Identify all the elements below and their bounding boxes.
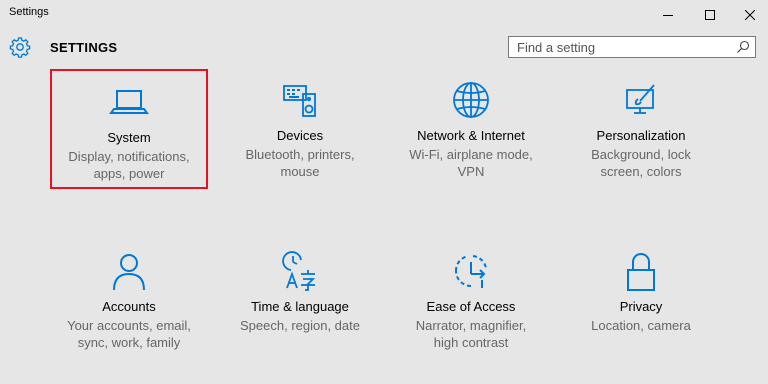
ease-of-access-icon [454, 255, 487, 288]
tile-description: Location, camera [591, 318, 691, 333]
tile-description: Narrator, magnifier, high contrast [415, 318, 527, 350]
tile-label: Accounts [102, 299, 156, 314]
tile-time-language[interactable]: Time & language Speech, region, date [221, 240, 379, 360]
gear-icon [9, 37, 31, 58]
maximize-button[interactable] [690, 0, 730, 30]
minimize-button[interactable] [648, 0, 688, 30]
page-title: SETTINGS [50, 40, 118, 55]
close-icon [745, 10, 755, 20]
tile-label: Privacy [619, 299, 663, 314]
time-language-icon [282, 251, 316, 291]
maximize-icon [705, 10, 715, 20]
tile-description: Speech, region, date [240, 318, 360, 333]
tile-label: Devices [276, 128, 324, 143]
minimize-icon [663, 15, 673, 16]
window-title: Settings [9, 6, 49, 18]
close-button[interactable] [730, 0, 768, 30]
tile-label: Ease of Access [426, 299, 516, 314]
tile-description: Bluetooth, printers, mouse [245, 147, 355, 179]
tile-description: Your accounts, email, sync, work, family [67, 318, 191, 350]
globe-icon [453, 82, 489, 118]
tile-network[interactable]: Network & Internet Wi-Fi, airplane mode,… [392, 69, 550, 189]
tile-system[interactable]: System Display, notifications, apps, pow… [50, 69, 208, 189]
search-icon[interactable] [736, 40, 750, 54]
tile-label: System [107, 130, 151, 145]
tile-label: Network & Internet [417, 128, 525, 143]
tile-description: Display, notifications, apps, power [68, 149, 190, 181]
person-icon [113, 254, 145, 291]
tile-devices[interactable]: Devices Bluetooth, printers, mouse [221, 69, 379, 189]
lock-icon [627, 253, 655, 291]
laptop-icon [109, 90, 149, 114]
search-input[interactable] [509, 37, 727, 57]
tile-ease-of-access[interactable]: Ease of Access Narrator, magnifier, high… [392, 240, 550, 360]
tile-personalization[interactable]: Personalization Background, lock screen,… [562, 69, 720, 189]
search-box[interactable] [508, 36, 756, 58]
tile-label: Time & language [251, 299, 349, 314]
devices-icon [283, 85, 316, 117]
tile-description: Wi-Fi, airplane mode, VPN [409, 147, 533, 179]
title-bar: Settings [0, 0, 768, 30]
tile-accounts[interactable]: Accounts Your accounts, email, sync, wor… [50, 240, 208, 360]
tile-privacy[interactable]: Privacy Location, camera [562, 240, 720, 360]
tile-label: Personalization [596, 128, 686, 143]
tile-description: Background, lock screen, colors [591, 147, 691, 179]
personalization-icon [626, 84, 655, 114]
